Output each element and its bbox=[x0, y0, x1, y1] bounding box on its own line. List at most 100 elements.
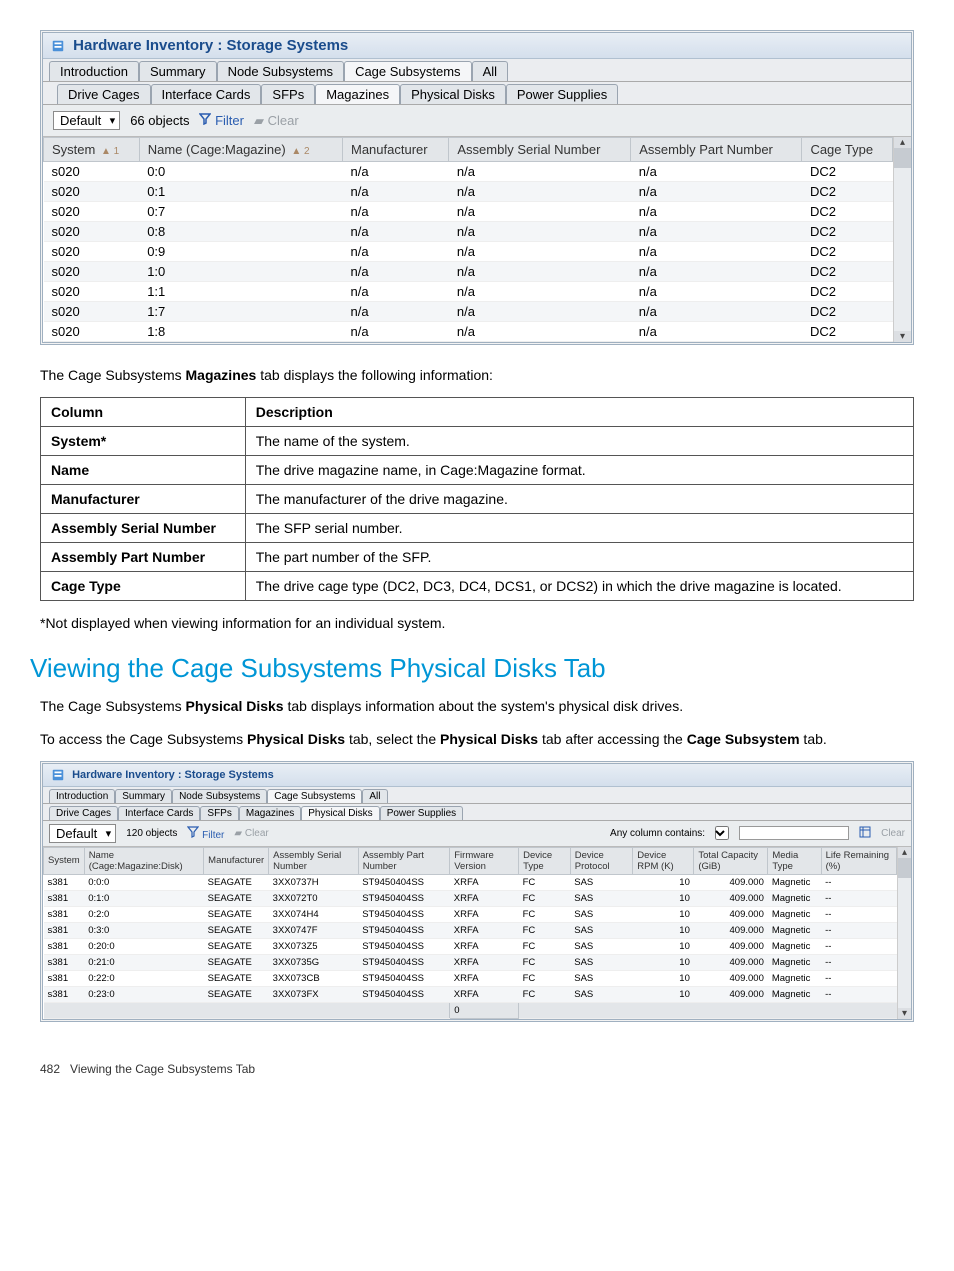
magazines-grid[interactable]: System ▲ 1Name (Cage:Magazine) ▲ 2Manufa… bbox=[43, 137, 893, 342]
info-col: Manufacturer bbox=[41, 485, 246, 514]
table-options-icon[interactable] bbox=[859, 826, 871, 841]
cell: n/a bbox=[449, 302, 631, 322]
tab-summary[interactable]: Summary bbox=[139, 61, 217, 81]
tab-row-sub: Drive CagesInterface CardsSFPsMagazinesP… bbox=[43, 804, 911, 821]
column-header[interactable]: System ▲ 1 bbox=[44, 138, 140, 162]
column-header[interactable]: System bbox=[44, 847, 85, 874]
table-row[interactable]: s0200:1n/an/an/aDC2 bbox=[44, 182, 893, 202]
tab-power-supplies[interactable]: Power Supplies bbox=[380, 806, 463, 820]
tab-all[interactable]: All bbox=[362, 789, 387, 803]
cell: XRFA bbox=[450, 890, 519, 906]
any-column-input[interactable] bbox=[739, 826, 849, 840]
table-row[interactable]: s3810:2:0SEAGATE3XX074H4ST9450404SSXRFAF… bbox=[44, 906, 897, 922]
tab-drive-cages[interactable]: Drive Cages bbox=[57, 84, 151, 104]
scroll-up-icon[interactable]: ▴ bbox=[894, 137, 911, 148]
pd-para2: To access the Cage Subsystems Physical D… bbox=[40, 729, 914, 749]
column-header[interactable]: Cage Type bbox=[802, 138, 893, 162]
window-title-text: Hardware Inventory : Storage Systems bbox=[73, 37, 348, 54]
scroll-down-icon[interactable]: ▾ bbox=[894, 331, 911, 342]
column-header[interactable]: Assembly Part Number bbox=[631, 138, 802, 162]
tab-summary[interactable]: Summary bbox=[115, 789, 172, 803]
table-row[interactable]: s0201:7n/an/an/aDC2 bbox=[44, 302, 893, 322]
tab-all[interactable]: All bbox=[472, 61, 508, 81]
column-header[interactable]: Assembly Part Number bbox=[358, 847, 450, 874]
cell: n/a bbox=[449, 162, 631, 182]
column-header[interactable]: Name (Cage:Magazine) ▲ 2 bbox=[139, 138, 342, 162]
table-row[interactable]: s0201:0n/an/an/aDC2 bbox=[44, 262, 893, 282]
table-row[interactable]: s3810:1:0SEAGATE3XX072T0ST9450404SSXRFAF… bbox=[44, 890, 897, 906]
column-header[interactable]: Media Type bbox=[768, 847, 821, 874]
scroll-thumb[interactable] bbox=[898, 858, 911, 878]
tab-sfps[interactable]: SFPs bbox=[261, 84, 315, 104]
cell: s381 bbox=[44, 938, 85, 954]
footnote: *Not displayed when viewing information … bbox=[40, 615, 914, 631]
tab-drive-cages[interactable]: Drive Cages bbox=[49, 806, 118, 820]
filter-link[interactable]: Filter bbox=[187, 826, 224, 841]
tab-interface-cards[interactable]: Interface Cards bbox=[151, 84, 262, 104]
column-header[interactable]: Device Protocol bbox=[570, 847, 633, 874]
table-row[interactable]: s3810:23:0SEAGATE3XX073FXST9450404SSXRFA… bbox=[44, 986, 897, 1002]
table-row[interactable]: s0201:8n/an/an/aDC2 bbox=[44, 322, 893, 342]
table-row[interactable]: s3810:0:0SEAGATE3XX0737HST9450404SSXRFAF… bbox=[44, 874, 897, 890]
cell: Magnetic bbox=[768, 954, 821, 970]
column-header[interactable]: Assembly Serial Number bbox=[269, 847, 359, 874]
column-header[interactable]: Name (Cage:Magazine:Disk) bbox=[84, 847, 203, 874]
filter-combo[interactable]: Default bbox=[49, 824, 116, 843]
cell: n/a bbox=[631, 202, 802, 222]
table-row[interactable]: s3810:22:0SEAGATE3XX073CBST9450404SSXRFA… bbox=[44, 970, 897, 986]
column-header[interactable]: Firmware Version bbox=[450, 847, 519, 874]
tab-cage-subsystems[interactable]: Cage Subsystems bbox=[267, 789, 362, 803]
clear-link[interactable]: ▰ Clear bbox=[254, 113, 299, 129]
cell: 409.000 bbox=[694, 922, 768, 938]
column-header[interactable]: Total Capacity (GiB) bbox=[694, 847, 768, 874]
tab-magazines[interactable]: Magazines bbox=[239, 806, 301, 820]
cell: SAS bbox=[570, 938, 633, 954]
scroll-down-icon[interactable]: ▾ bbox=[898, 1008, 911, 1019]
cell: Magnetic bbox=[768, 986, 821, 1002]
table-row[interactable]: s0200:9n/an/an/aDC2 bbox=[44, 242, 893, 262]
tab-introduction[interactable]: Introduction bbox=[49, 789, 115, 803]
table-row[interactable]: s0200:0n/an/an/aDC2 bbox=[44, 162, 893, 182]
column-header[interactable]: Life Remaining (%) bbox=[821, 847, 896, 874]
cell: s020 bbox=[44, 202, 140, 222]
scrollbar[interactable]: ▴ ▾ bbox=[897, 847, 911, 1019]
table-row[interactable]: s3810:20:0SEAGATE3XX073Z5ST9450404SSXRFA… bbox=[44, 938, 897, 954]
column-header[interactable]: Assembly Serial Number bbox=[449, 138, 631, 162]
clear-link[interactable]: ▰ Clear bbox=[234, 828, 268, 839]
tab-cage-subsystems[interactable]: Cage Subsystems bbox=[344, 61, 472, 81]
filter-link[interactable]: Filter bbox=[199, 113, 244, 128]
column-header[interactable]: Manufacturer bbox=[204, 847, 269, 874]
tab-power-supplies[interactable]: Power Supplies bbox=[506, 84, 618, 104]
tab-introduction[interactable]: Introduction bbox=[49, 61, 139, 81]
column-header[interactable]: Device Type bbox=[519, 847, 571, 874]
scrollbar[interactable]: ▴ ▾ bbox=[893, 137, 911, 342]
scroll-thumb[interactable] bbox=[894, 148, 911, 168]
cell: 1:1 bbox=[139, 282, 342, 302]
physical-disks-grid[interactable]: SystemName (Cage:Magazine:Disk)Manufactu… bbox=[43, 847, 897, 1019]
cell: -- bbox=[821, 938, 896, 954]
column-header[interactable]: Manufacturer bbox=[343, 138, 449, 162]
tab-sfps[interactable]: SFPs bbox=[200, 806, 238, 820]
table-row[interactable]: s3810:21:0SEAGATE3XX0735GST9450404SSXRFA… bbox=[44, 954, 897, 970]
filter-combo[interactable]: Default bbox=[53, 111, 120, 130]
tab-physical-disks[interactable]: Physical Disks bbox=[400, 84, 506, 104]
tab-physical-disks[interactable]: Physical Disks bbox=[301, 806, 379, 820]
clear-link-2[interactable]: Clear bbox=[881, 828, 905, 839]
tab-node-subsystems[interactable]: Node Subsystems bbox=[217, 61, 345, 81]
cell: -- bbox=[821, 986, 896, 1002]
any-column-combo[interactable] bbox=[715, 826, 729, 840]
column-header[interactable]: Device RPM (K) bbox=[633, 847, 694, 874]
tab-node-subsystems[interactable]: Node Subsystems bbox=[172, 789, 267, 803]
table-row[interactable]: s0200:7n/an/an/aDC2 bbox=[44, 202, 893, 222]
cell: XRFA bbox=[450, 986, 519, 1002]
tab-magazines[interactable]: Magazines bbox=[315, 84, 400, 104]
cell: SEAGATE bbox=[204, 890, 269, 906]
tab-interface-cards[interactable]: Interface Cards bbox=[118, 806, 200, 820]
table-row[interactable]: s3810:3:0SEAGATE3XX0747FST9450404SSXRFAF… bbox=[44, 922, 897, 938]
scroll-up-icon[interactable]: ▴ bbox=[898, 847, 911, 858]
info-desc: The name of the system. bbox=[245, 427, 913, 456]
funnel-icon bbox=[187, 826, 199, 838]
table-row[interactable]: s0201:1n/an/an/aDC2 bbox=[44, 282, 893, 302]
table-row[interactable]: s0200:8n/an/an/aDC2 bbox=[44, 222, 893, 242]
info-desc: The manufacturer of the drive magazine. bbox=[245, 485, 913, 514]
